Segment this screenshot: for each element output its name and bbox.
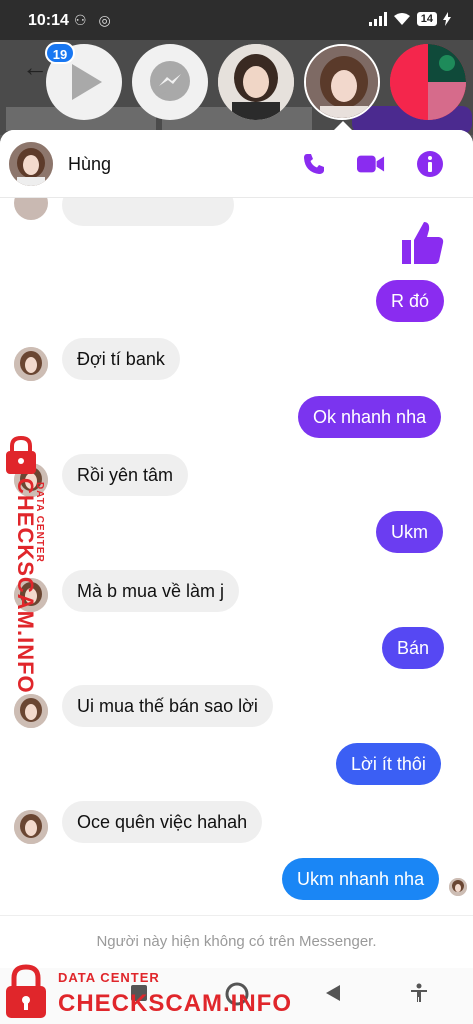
- message-bubble-incoming[interactable]: Rồi yên tâm: [62, 454, 189, 496]
- watermark-brand: CHECKSCAM.INFO: [58, 990, 292, 1017]
- video-camera-icon: [357, 155, 385, 173]
- message-bubble-outgoing[interactable]: R đó: [376, 280, 445, 322]
- message-bubble-outgoing[interactable]: Ukm nhanh nha: [282, 858, 440, 900]
- chat-header: Hùng: [0, 130, 473, 198]
- lock-icon: [6, 964, 46, 1018]
- lock-icon: [6, 436, 36, 474]
- bottom-watermark: DATA CENTER CHECKSCAM.INFO: [0, 960, 300, 1024]
- sender-avatar: [14, 694, 48, 728]
- sender-avatar: [14, 810, 48, 844]
- background-back-arrow-icon: ←: [22, 52, 48, 82]
- message-bubble-incoming[interactable]: Ui mua thế bán sao lời: [62, 685, 273, 727]
- watermark-tagline: DATA CENTER: [34, 482, 45, 563]
- active-chat-head[interactable]: [304, 44, 380, 120]
- signal-icon: [368, 12, 387, 26]
- message-bubble-outgoing[interactable]: Lời ít thôi: [336, 743, 441, 785]
- message-bubble-incoming[interactable]: Oce quên việc hahah: [62, 801, 263, 843]
- like-thumbs-up-icon[interactable]: [400, 220, 444, 271]
- message-bubble-outgoing[interactable]: Ok nhanh nha: [298, 396, 442, 438]
- video-call-button[interactable]: [357, 150, 385, 178]
- status-right: 14: [368, 12, 451, 26]
- message-list[interactable]: R đó Đợi tí bank Ok nhanh nha Rồi yên tâ…: [0, 130, 473, 968]
- chat-panel: Hùng R đó Đợi tí bank Ok nhanh nha Rồi y…: [0, 130, 473, 968]
- info-icon: [417, 151, 443, 177]
- info-button[interactable]: [416, 150, 444, 178]
- messenger-chat-head[interactable]: [132, 44, 208, 120]
- messenger-icon: [150, 61, 190, 101]
- status-time: 10:14: [28, 12, 69, 29]
- group-chat-head[interactable]: [390, 44, 466, 120]
- watermark-tagline: DATA CENTER: [58, 970, 160, 985]
- contact-name[interactable]: Hùng: [68, 154, 111, 175]
- battery-level: 14: [416, 12, 437, 26]
- sender-avatar: [14, 347, 48, 381]
- message-bubble-incoming[interactable]: Đợi tí bank: [62, 338, 180, 380]
- accessibility-icon: [411, 983, 427, 1002]
- contact-chat-head[interactable]: [218, 44, 294, 120]
- back-triangle-icon: [326, 985, 340, 1001]
- seen-indicator-avatar: [449, 878, 467, 896]
- side-watermark: CHECKSCAM.INFO DATA CENTER: [4, 436, 54, 694]
- status-bar: 10:14 ⚇ ◎ 14: [0, 0, 473, 40]
- wifi-icon: [393, 13, 410, 25]
- unread-badge: 19: [45, 42, 75, 64]
- voice-call-button[interactable]: [300, 150, 328, 178]
- message-bubble-outgoing[interactable]: Bán: [382, 627, 445, 669]
- back-button[interactable]: [322, 982, 344, 1009]
- avatar-photo: [218, 44, 294, 120]
- charging-icon: [443, 12, 451, 26]
- accessibility-button[interactable]: [408, 982, 430, 1009]
- notification-icons: ⚇ ◎: [74, 12, 115, 28]
- message-bubble-outgoing[interactable]: Ukm: [376, 511, 443, 553]
- phone-icon: [304, 154, 324, 174]
- contact-avatar[interactable]: [9, 142, 53, 186]
- message-bubble-incoming[interactable]: Mà b mua về làm j: [62, 570, 240, 612]
- group-photo: [390, 44, 466, 120]
